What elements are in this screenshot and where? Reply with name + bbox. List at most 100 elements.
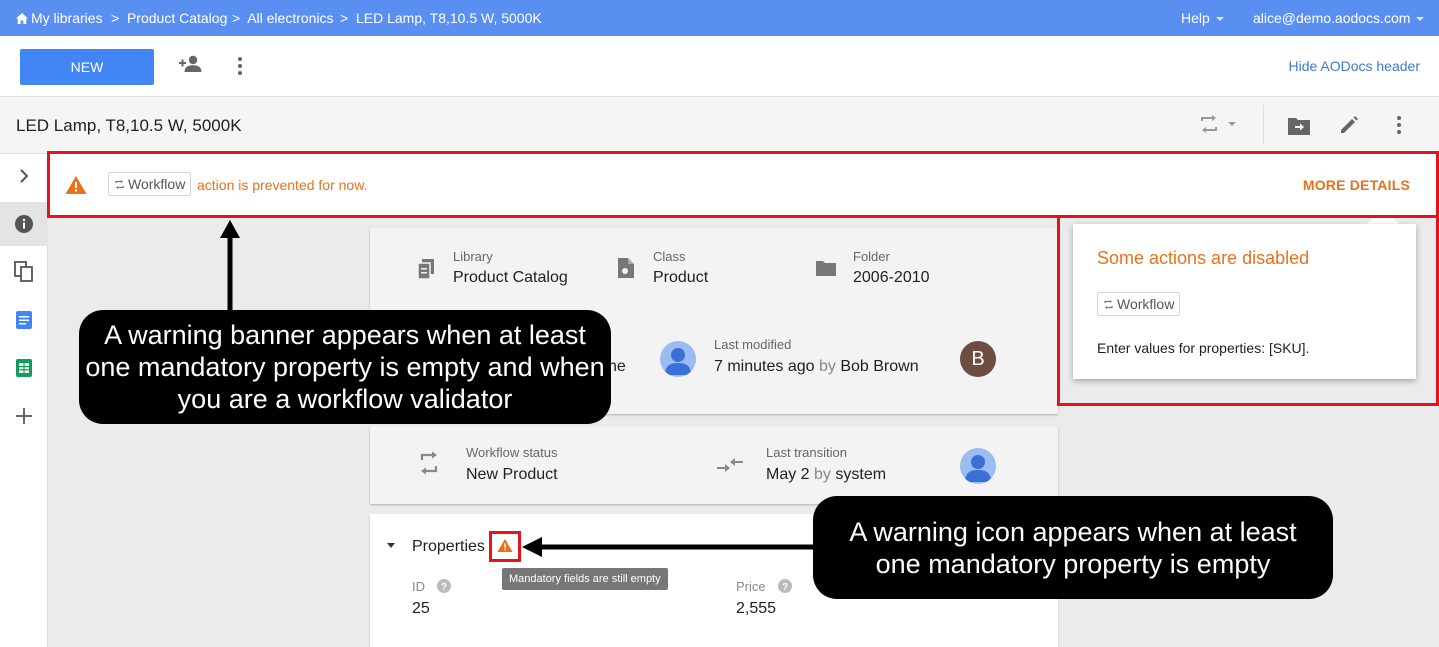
- person-icon: [665, 348, 691, 375]
- help-menu[interactable]: Help: [1181, 10, 1224, 26]
- workflow-chip-label: Workflow: [1117, 296, 1175, 312]
- workflow-status-value: New Product: [466, 466, 558, 483]
- svg-text:?: ?: [441, 582, 447, 593]
- home-icon: [16, 13, 28, 24]
- last-transition-label: Last transition: [766, 445, 847, 460]
- price-field-value[interactable]: 2,555: [736, 600, 776, 618]
- google-docs-icon: [16, 311, 32, 329]
- modified-when: 7 minutes ago: [714, 358, 815, 375]
- popup-message: Enter values for properties: [SKU].: [1097, 340, 1310, 356]
- breadcrumb-document-label: LED Lamp, T8,10.5 W, 5000K: [355, 10, 542, 26]
- workflow-icon: [115, 179, 124, 189]
- class-value: Product: [653, 269, 709, 286]
- popup-title: Some actions are disabled: [1097, 248, 1310, 268]
- left-rail: [0, 154, 48, 647]
- top-bar: My libraries > Product Catalog > All ele…: [0, 0, 1439, 36]
- info-icon: [15, 215, 33, 233]
- avatar-initial: B: [960, 341, 996, 377]
- help-icon[interactable]: ?: [437, 579, 451, 593]
- rail-item-sheets[interactable]: [0, 346, 48, 390]
- warning-icon: [65, 176, 87, 194]
- hide-header-link[interactable]: Hide AODocs header: [1288, 58, 1420, 74]
- user-menu[interactable]: alice@demo.aodocs.com: [1253, 10, 1425, 26]
- mandatory-fields-tooltip: Mandatory fields are still empty: [502, 568, 668, 590]
- library-value[interactable]: Product Catalog: [453, 269, 568, 287]
- icon-callout: A warning icon appears when at least one…: [813, 496, 1333, 599]
- last-transition-value: May 2 by system: [766, 466, 886, 484]
- rail-item-add[interactable]: [0, 394, 48, 438]
- last-modified-label: Last modified: [714, 337, 792, 352]
- library-icon: [417, 259, 434, 280]
- workflow-icon: [1201, 115, 1217, 133]
- copy-icon: [14, 261, 33, 282]
- document-title-bar: LED Lamp, T8,10.5 W, 5000K: [0, 97, 1439, 154]
- breadcrumb-home-label: My libraries: [31, 10, 103, 26]
- by-word: by: [814, 466, 831, 483]
- help-icon[interactable]: ?: [778, 579, 792, 593]
- workflow-menu[interactable]: [1198, 114, 1237, 139]
- transition-when: May 2: [766, 466, 810, 483]
- avatar: [660, 341, 696, 377]
- breadcrumb-category-label: All electronics: [247, 10, 334, 26]
- breadcrumb-category[interactable]: > All electronics: [232, 10, 334, 26]
- workflow-icon: [420, 451, 438, 475]
- more-details-button[interactable]: MORE DETAILS: [1303, 177, 1410, 193]
- breadcrumb-library[interactable]: > Product Catalog: [111, 10, 227, 26]
- add-person-icon[interactable]: [178, 54, 204, 74]
- warning-icon: [497, 538, 513, 553]
- transition-by: system: [835, 466, 887, 483]
- warning-banner: Workflow action is prevented for now. MO…: [48, 154, 1439, 216]
- arrow-up-annotation: [220, 220, 240, 312]
- edit-icon[interactable]: [1339, 115, 1359, 135]
- toolbar: NEW Hide AODocs header: [0, 36, 1439, 97]
- workflow-chip: Workflow: [108, 172, 192, 196]
- chevron-down-icon: [1228, 122, 1237, 126]
- class-icon: [618, 258, 634, 278]
- svg-text:?: ?: [782, 582, 788, 593]
- chevron-down-icon: [1215, 17, 1224, 22]
- price-field-label: Price: [736, 579, 766, 594]
- chevron-down-icon: [1416, 17, 1425, 22]
- transition-icon: [717, 458, 743, 472]
- move-to-folder-icon[interactable]: [1287, 116, 1311, 136]
- id-field-value[interactable]: 25: [412, 600, 430, 618]
- rail-item-docs[interactable]: [0, 298, 48, 342]
- new-button[interactable]: NEW: [20, 49, 154, 85]
- breadcrumb-library-label: Product Catalog: [126, 10, 228, 26]
- library-label: Library: [453, 249, 493, 264]
- avatar: [960, 448, 996, 484]
- by-word: by: [818, 358, 836, 375]
- breadcrumb-document[interactable]: > LED Lamp, T8,10.5 W, 5000K: [340, 10, 542, 26]
- popup-arrow: [1367, 208, 1399, 224]
- rail-item-copies[interactable]: [0, 250, 48, 294]
- user-email: alice@demo.aodocs.com: [1253, 10, 1411, 26]
- disabled-actions-popup: Some actions are disabled Workflow Enter…: [1073, 224, 1416, 379]
- person-icon: [965, 455, 991, 482]
- plus-icon: [16, 408, 32, 424]
- properties-title: Properties: [412, 538, 485, 555]
- workflow-card: Workflow status New Product Last transit…: [370, 426, 1058, 504]
- folder-value[interactable]: 2006-2010: [853, 269, 930, 287]
- document-title: LED Lamp, T8,10.5 W, 5000K: [16, 116, 242, 135]
- expand-rail-button[interactable]: [0, 154, 48, 198]
- banner-message: action is prevented for now.: [197, 177, 368, 193]
- help-label: Help: [1181, 10, 1210, 26]
- folder-icon: [816, 261, 836, 276]
- google-sheets-icon: [16, 359, 32, 377]
- workflow-chip: Workflow: [1097, 292, 1181, 316]
- workflow-icon: [1104, 299, 1113, 309]
- workflow-status-label: Workflow status: [466, 445, 558, 460]
- breadcrumb-home[interactable]: My libraries: [16, 10, 103, 26]
- rail-item-info[interactable]: [0, 202, 48, 246]
- last-modified-value: 7 minutes ago by Bob Brown: [714, 358, 919, 376]
- class-label: Class: [653, 249, 686, 264]
- id-field-label: ID: [412, 579, 425, 594]
- banner-callout: A warning banner appears when at least o…: [79, 310, 611, 424]
- collapse-toggle[interactable]: [387, 543, 395, 548]
- workflow-chip-label: Workflow: [128, 176, 186, 192]
- toolbar-divider: [1263, 105, 1264, 145]
- more-vert-icon[interactable]: [236, 56, 244, 76]
- more-vert-icon[interactable]: [1395, 115, 1403, 135]
- chevron-right-icon: [20, 169, 29, 183]
- modified-by: Bob Brown: [840, 358, 919, 375]
